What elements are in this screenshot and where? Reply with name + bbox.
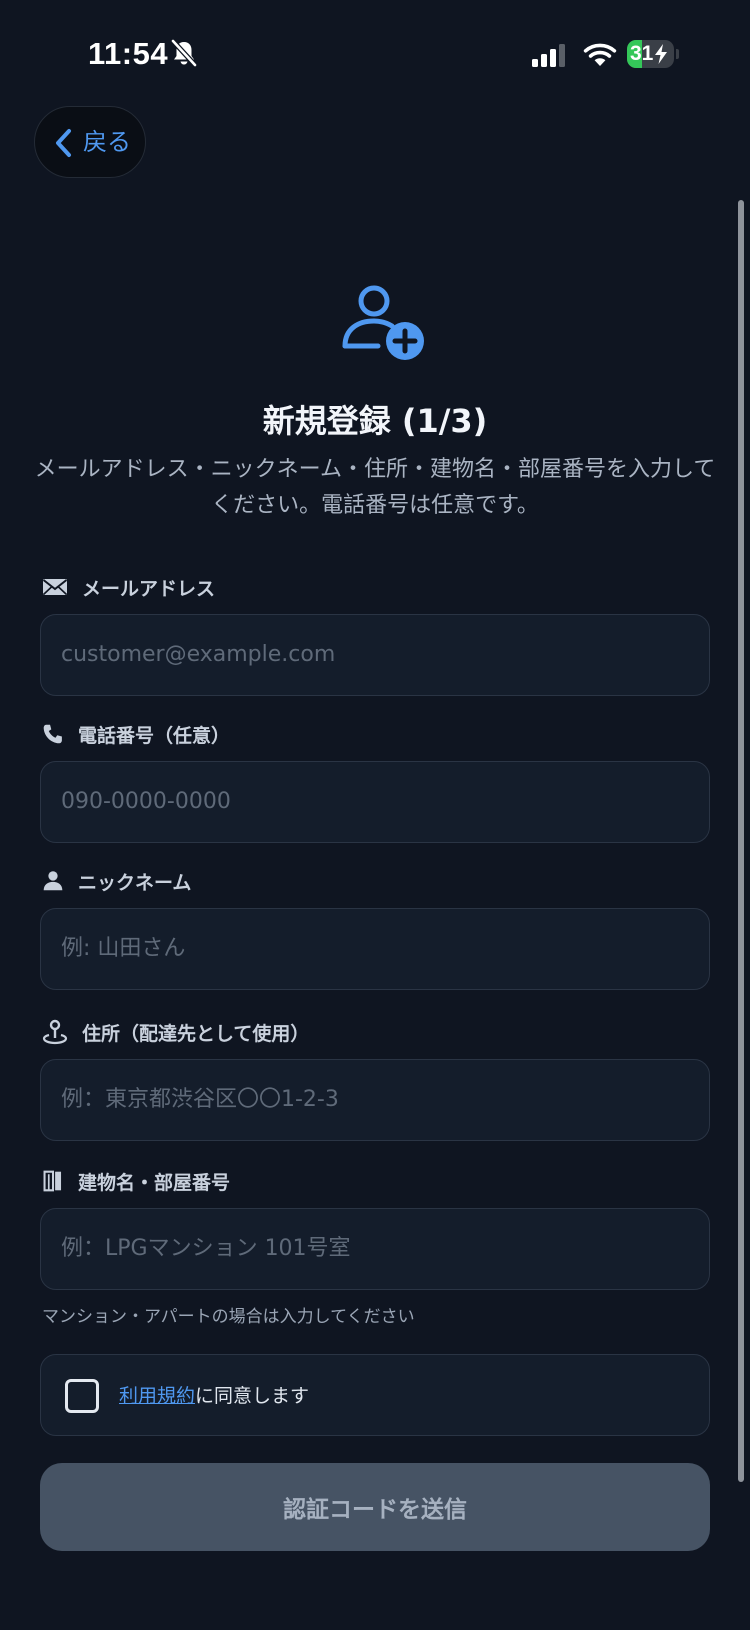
chevron-left-icon — [56, 129, 71, 157]
scrollbar[interactable] — [738, 200, 744, 1482]
description-line-2: ください。電話番号は任意です。 — [211, 493, 539, 518]
user-plus-icon — [342, 285, 424, 360]
envelope-icon — [42, 579, 68, 596]
phone-label-text: 電話番号（任意） — [78, 724, 231, 747]
address-label: 住所（配達先として使用） — [42, 1017, 309, 1047]
email-field[interactable] — [40, 614, 710, 696]
building-input[interactable] — [61, 1209, 691, 1288]
send-code-button[interactable]: 認証コードを送信 — [40, 1463, 710, 1551]
back-label: 戻る — [83, 128, 131, 156]
building-helper-text: マンション・アパートの場合は入力してください — [42, 1307, 415, 1327]
cellular-signal-icon — [532, 44, 565, 67]
nickname-field[interactable] — [40, 908, 710, 990]
terms-agreement[interactable]: 利用規約に同意します — [40, 1354, 710, 1436]
phone-input[interactable] — [61, 762, 691, 841]
nickname-input[interactable] — [61, 909, 691, 988]
nickname-label-text: ニックネーム — [78, 871, 192, 894]
description-line-1: メールアドレス・ニックネーム・住所・建物名・部屋番号を入力して — [34, 457, 716, 482]
email-input[interactable] — [61, 615, 691, 694]
status-bar: 11:54 31 — [0, 0, 750, 110]
back-button[interactable]: 戻る — [34, 106, 146, 178]
map-pin-icon — [42, 1019, 68, 1045]
terms-agree-text: に同意します — [195, 1385, 310, 1407]
building-field[interactable] — [40, 1208, 710, 1290]
building-label: 建物名・部屋番号 — [42, 1166, 230, 1196]
building-label-text: 建物名・部屋番号 — [78, 1171, 231, 1194]
email-label-text: メールアドレス — [82, 577, 216, 600]
terms-text: 利用規約に同意します — [119, 1379, 309, 1413]
nickname-label: ニックネーム — [42, 866, 191, 896]
battery-charging-icon — [655, 44, 667, 64]
page-title: 新規登録 (1/3) — [262, 402, 488, 440]
address-field[interactable] — [40, 1059, 710, 1141]
person-icon — [43, 871, 63, 891]
phone-label: 電話番号（任意） — [42, 719, 230, 749]
phone-field[interactable] — [40, 761, 710, 843]
status-time: 11:54 — [88, 36, 169, 71]
phone-icon — [43, 724, 62, 744]
page-description: メールアドレス・ニックネーム・住所・建物名・部屋番号を入力して ください。電話番… — [0, 452, 750, 524]
battery-indicator: 31 — [627, 40, 679, 68]
building-icon — [43, 1170, 62, 1192]
terms-link[interactable]: 利用規約 — [119, 1385, 195, 1407]
bell-off-icon — [171, 39, 197, 67]
email-label: メールアドレス — [42, 572, 215, 602]
battery-level: 31 — [630, 42, 654, 65]
address-input[interactable] — [61, 1060, 691, 1139]
terms-checkbox[interactable] — [65, 1379, 99, 1413]
wifi-icon — [583, 43, 617, 66]
address-label-text: 住所（配達先として使用） — [82, 1022, 310, 1045]
